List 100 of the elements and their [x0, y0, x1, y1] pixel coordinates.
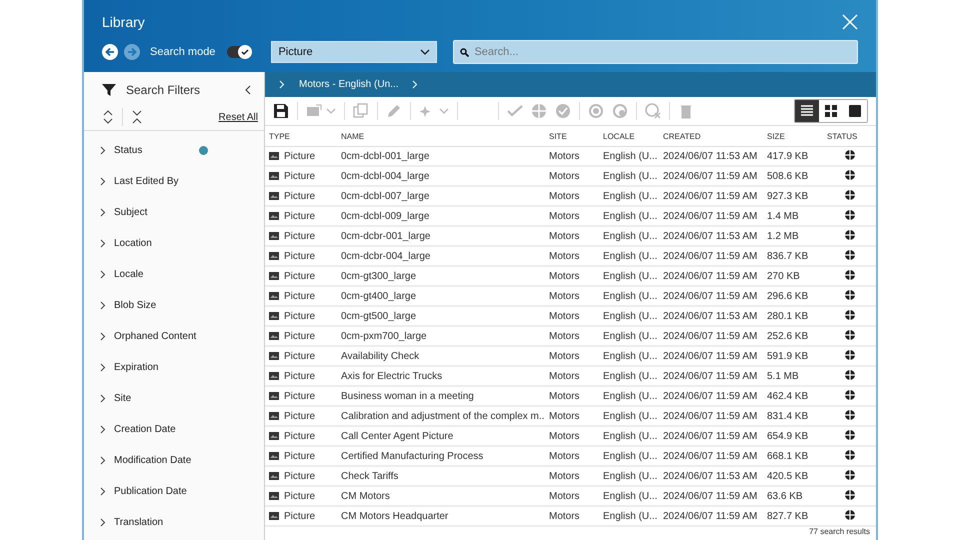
chevron-icon[interactable] — [100, 332, 106, 341]
filter-item[interactable]: Creation Date — [114, 424, 176, 435]
type-dropdown[interactable]: Picture — [271, 41, 438, 63]
expand-all-icon[interactable] — [102, 109, 114, 125]
table-cell: Motors — [549, 210, 580, 222]
status-globe-icon — [844, 468, 856, 480]
reset-all-link[interactable]: Reset All — [218, 112, 258, 122]
table-cell: 2024/06/07 11:53 AM — [663, 470, 758, 482]
filter-item[interactable]: Blob Size — [114, 300, 156, 311]
table-cell: English (U... — [603, 250, 658, 262]
table-cell: 0cm-dcbr-004_large — [341, 250, 430, 262]
table-cell: 2024/06/07 11:59 AM — [663, 190, 758, 202]
table-cell: 270 KB — [767, 270, 800, 282]
table-cell: Motors — [549, 250, 580, 262]
picture-icon — [269, 192, 279, 200]
filter-item[interactable]: Subject — [114, 207, 148, 218]
table-cell: English (U... — [603, 190, 658, 202]
table-cell: 2024/06/07 11:59 AM — [663, 430, 758, 442]
chevron-icon[interactable] — [100, 301, 106, 310]
filter-item[interactable]: Status — [114, 145, 142, 156]
globe-check-icon[interactable] — [555, 102, 571, 119]
chevron-icon[interactable] — [100, 425, 106, 434]
table-cell: Check Tariffs — [341, 470, 398, 482]
save-icon[interactable] — [273, 102, 289, 119]
table-cell: Picture — [284, 410, 316, 422]
column-header[interactable]: TYPE — [269, 132, 290, 140]
table-cell: 2024/06/07 11:59 AM — [663, 210, 758, 222]
table-cell: 2024/06/07 11:59 AM — [663, 170, 758, 182]
chevron-icon[interactable] — [100, 270, 106, 279]
table-cell: 420.5 KB — [767, 470, 808, 482]
check-icon — [241, 48, 250, 56]
table-cell: Motors — [549, 410, 580, 422]
picture-icon — [269, 452, 279, 460]
chevron-icon[interactable] — [100, 363, 106, 372]
table-cell: English (U... — [603, 170, 658, 182]
column-header[interactable]: LOCALE — [603, 132, 635, 140]
search-field[interactable]: Search... — [453, 40, 858, 64]
picture-icon — [269, 352, 279, 360]
status-globe-icon — [844, 328, 856, 340]
column-header[interactable]: SITE — [549, 132, 567, 140]
table-cell: 2024/06/07 11:53 AM — [663, 310, 758, 322]
table-cell: Picture — [284, 430, 316, 442]
table-cell: Picture — [284, 290, 316, 302]
picture-icon — [269, 432, 279, 440]
back-icon[interactable] — [102, 44, 118, 60]
table-cell: Motors — [549, 470, 580, 482]
check-icon[interactable] — [507, 102, 523, 119]
chevron-icon[interactable] — [100, 177, 106, 186]
chevron-icon[interactable] — [100, 146, 106, 155]
table-cell: English (U... — [603, 510, 658, 522]
filter-item[interactable]: Translation — [114, 517, 164, 528]
filter-item[interactable]: Publication Date — [114, 486, 187, 497]
chevron-icon[interactable] — [100, 239, 106, 248]
table-cell: Picture — [284, 390, 316, 402]
picture-icon — [269, 312, 279, 320]
list-view-button[interactable] — [795, 100, 819, 122]
status-globe-icon — [844, 148, 856, 160]
table-cell: Picture — [284, 250, 316, 262]
search-mode-toggle[interactable] — [227, 46, 252, 58]
column-header[interactable]: SIZE — [767, 132, 785, 140]
chevron-icon[interactable] — [100, 456, 106, 465]
filter-item[interactable]: Expiration — [114, 362, 158, 373]
breadcrumb-item[interactable]: Motors - English (Un... — [299, 78, 398, 90]
filter-icon — [102, 83, 116, 97]
chevron-icon[interactable] — [100, 518, 106, 527]
table-cell: Picture — [284, 310, 316, 322]
table-cell: English (U... — [603, 390, 658, 402]
table-cell: Motors — [549, 350, 580, 362]
filter-item[interactable]: Modification Date — [114, 455, 192, 466]
filters-title: Search Filters — [126, 83, 202, 97]
filter-item[interactable]: Location — [114, 238, 152, 249]
status-globe-icon — [844, 208, 856, 220]
status-globe-icon — [844, 288, 856, 300]
table-cell: Motors — [549, 150, 580, 162]
results-count: 77 search results — [809, 527, 870, 536]
collapse-all-icon[interactable] — [131, 109, 143, 125]
filter-item[interactable]: Last Edited By — [114, 176, 178, 187]
table-cell: Motors — [549, 330, 580, 342]
column-header[interactable]: STATUS — [827, 132, 858, 140]
close-icon[interactable] — [842, 14, 858, 30]
table-cell: 2024/06/07 11:59 AM — [663, 330, 758, 342]
filter-item[interactable]: Site — [114, 393, 132, 404]
table-cell: English (U... — [603, 330, 658, 342]
table-cell: Picture — [284, 230, 316, 242]
column-header[interactable]: CREATED — [663, 132, 701, 140]
picture-icon — [269, 372, 279, 380]
table-cell: 2024/06/07 11:59 AM — [663, 250, 758, 262]
status-globe-icon — [844, 428, 856, 440]
filter-item[interactable]: Orphaned Content — [114, 331, 196, 342]
chevron-icon[interactable] — [100, 394, 106, 403]
picture-icon — [269, 472, 279, 480]
table-cell: Motors — [549, 290, 580, 302]
collapse-icon[interactable] — [244, 85, 252, 95]
table-cell: Picture — [284, 270, 316, 282]
table-cell: English (U... — [603, 310, 658, 322]
column-header[interactable]: NAME — [341, 132, 364, 140]
status-globe-icon — [844, 448, 856, 460]
chevron-icon[interactable] — [100, 208, 106, 217]
chevron-icon[interactable] — [100, 487, 106, 496]
filter-item[interactable]: Locale — [114, 269, 144, 280]
